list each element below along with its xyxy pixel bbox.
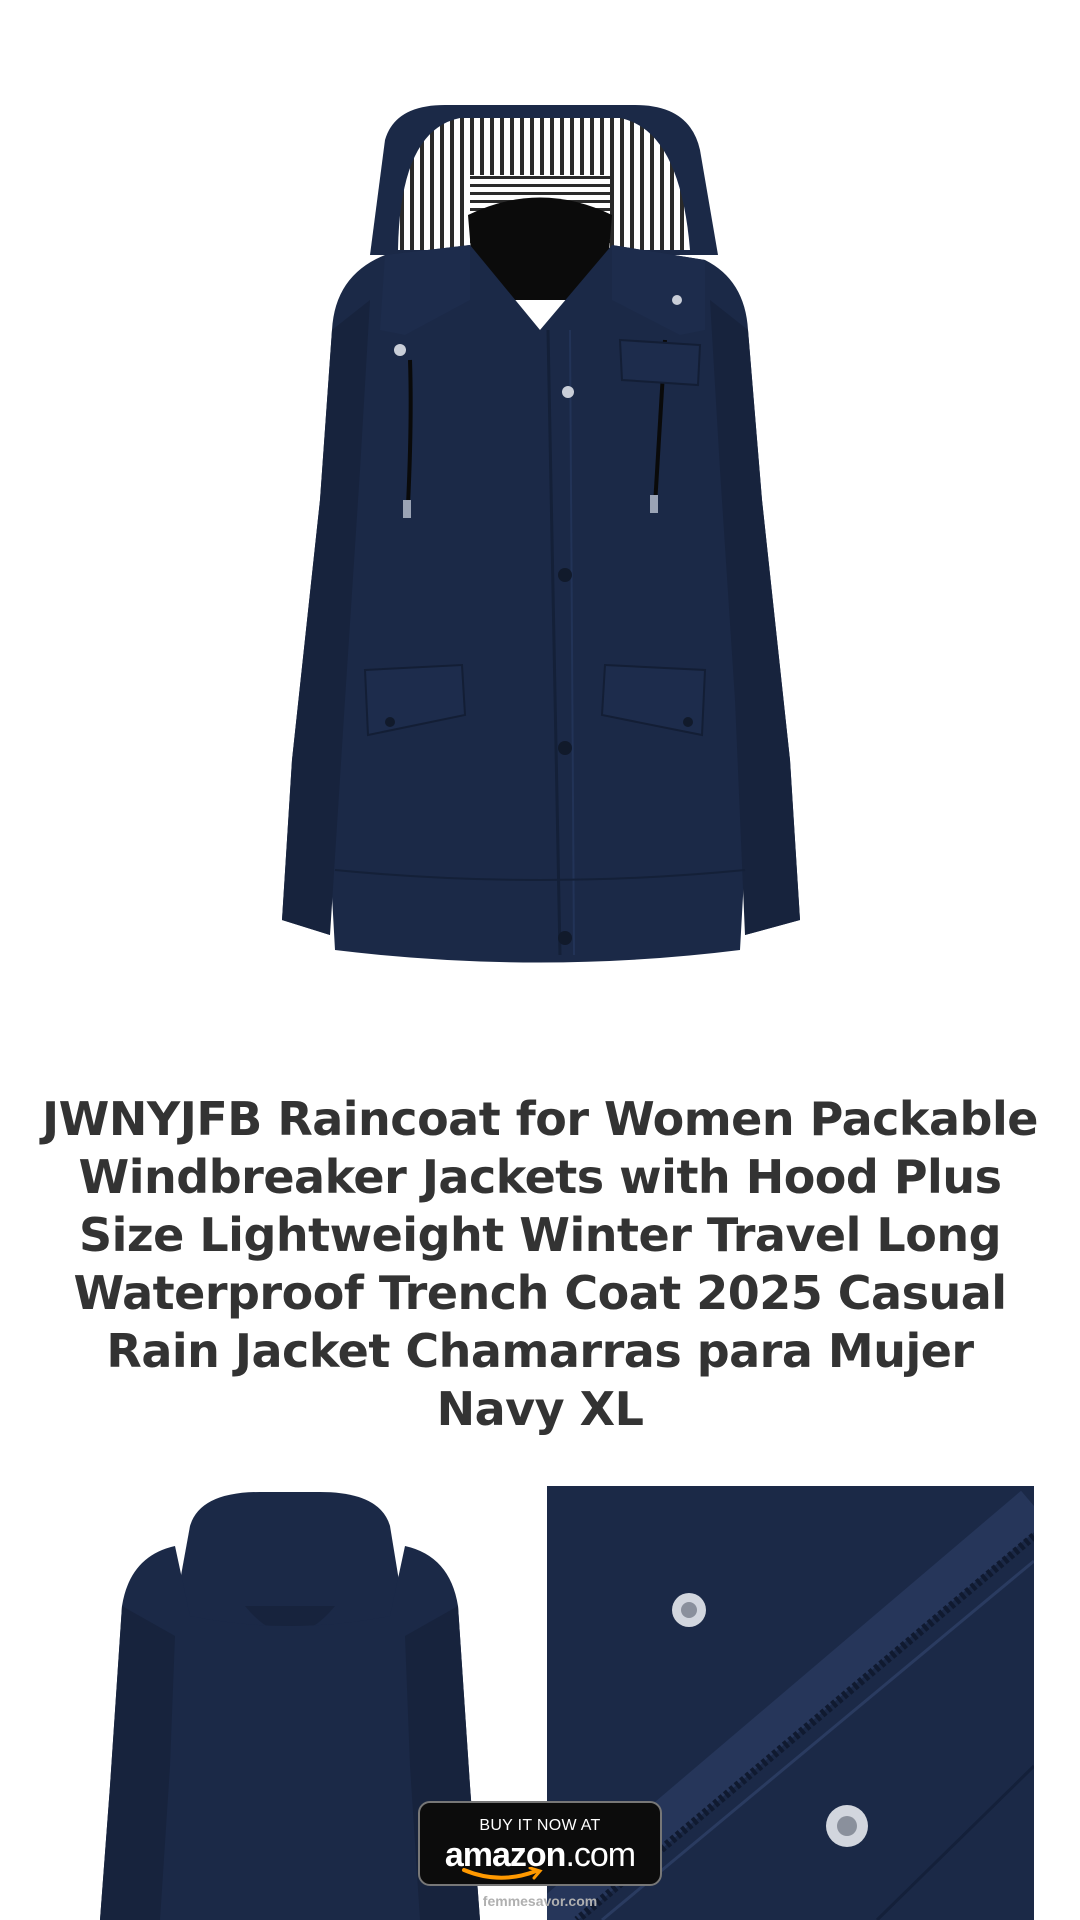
amazon-brand-tld: .com [565, 1836, 636, 1874]
site-watermark: femmesavor.com [482, 1893, 598, 1909]
product-hero-image [0, 0, 1080, 1070]
amazon-smile-icon [462, 1867, 543, 1880]
product-title: JWNYJFB Raincoat for Women Packable Wind… [42, 1092, 1038, 1436]
buy-button-top-label: BUY IT NOW AT [479, 1817, 601, 1834]
navy-jacket-front-image [282, 105, 800, 963]
buy-on-amazon-button[interactable]: BUY IT NOW AT amazon.com [418, 1801, 662, 1886]
